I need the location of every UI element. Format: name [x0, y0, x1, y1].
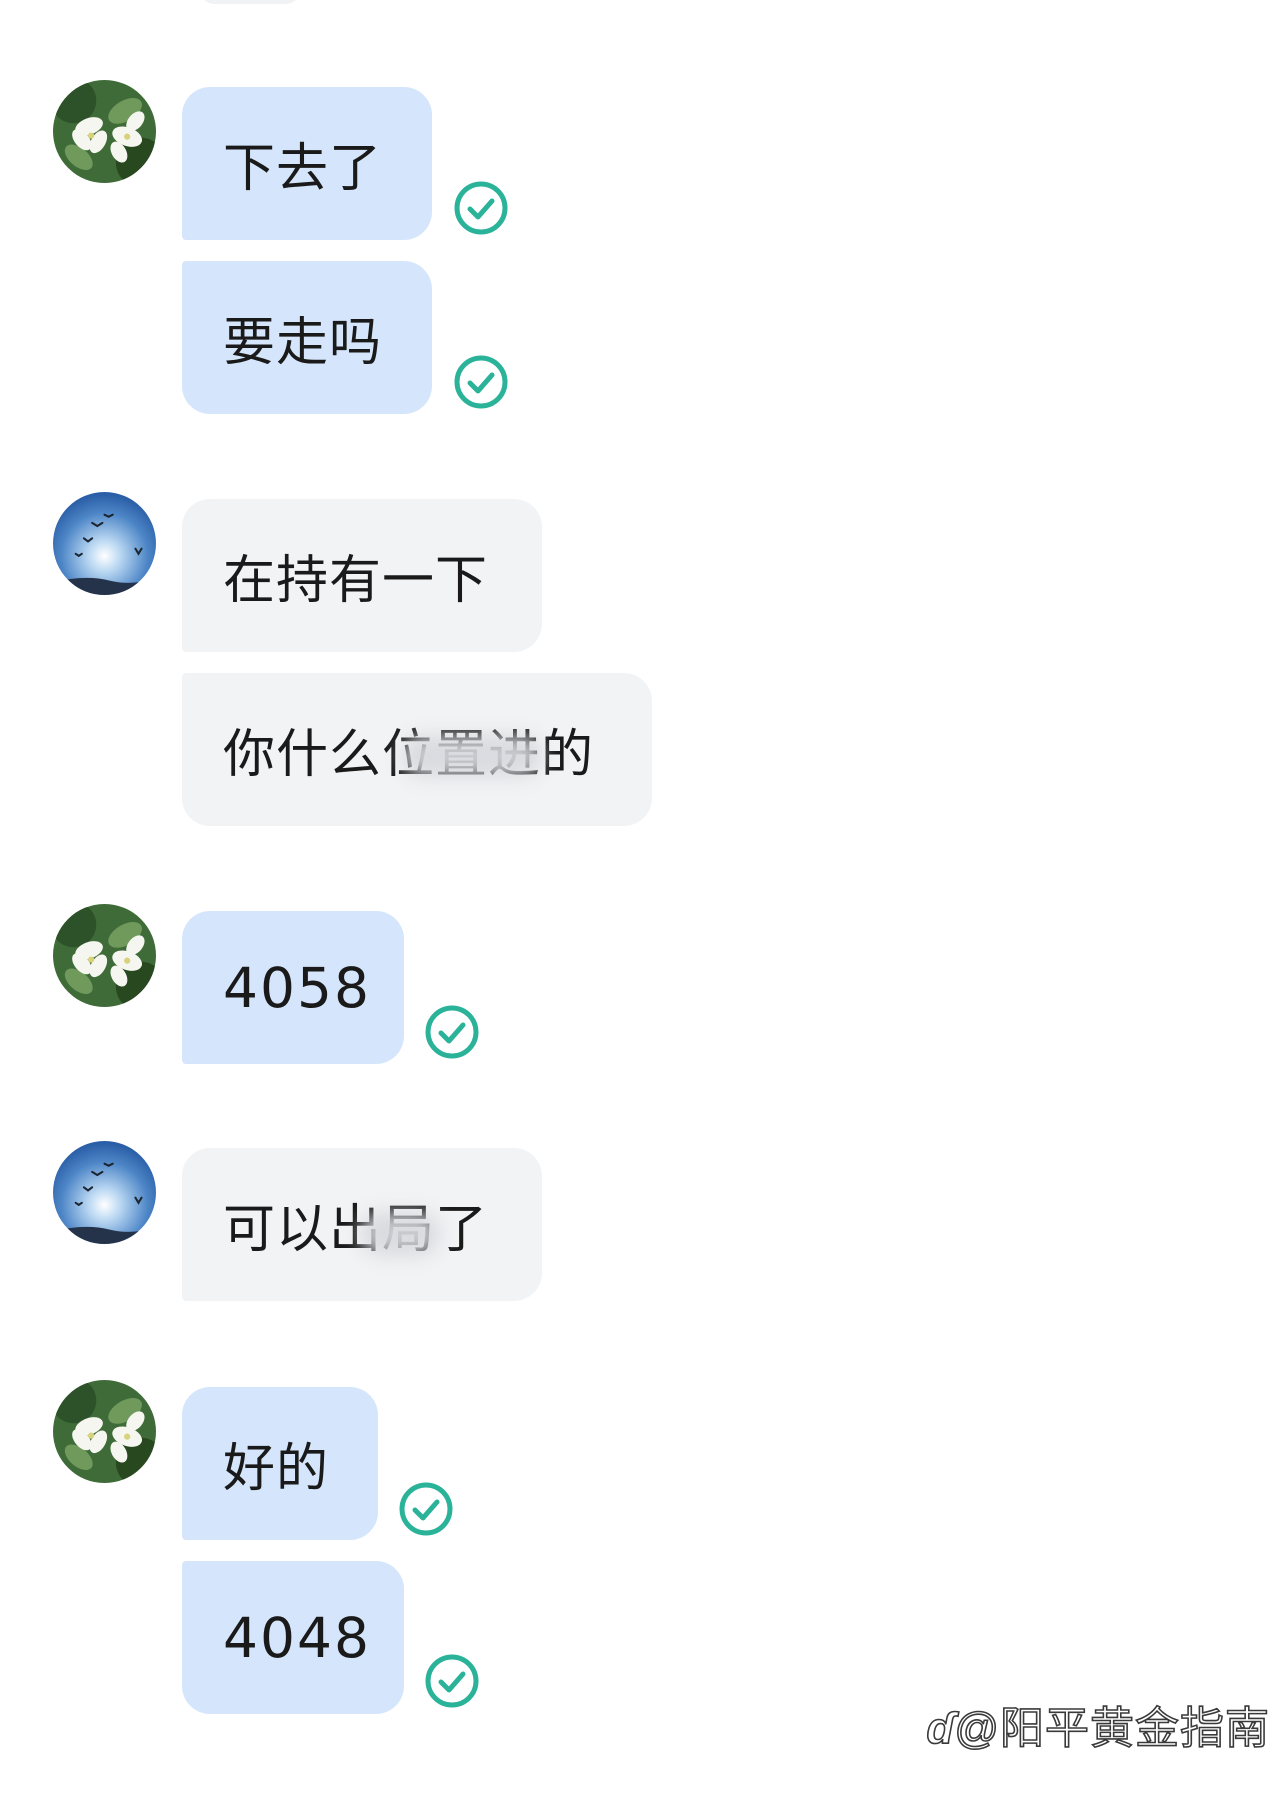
check-circle-icon — [453, 354, 509, 410]
previous-message-edge — [200, 0, 300, 4]
other-avatar[interactable] — [53, 1141, 156, 1244]
message-text: 在持有一下 — [223, 551, 489, 611]
message-text: 好的 — [223, 1439, 330, 1499]
check-circle-icon — [424, 1004, 480, 1060]
message-bubble[interactable]: 要走吗 — [182, 261, 432, 414]
message-text: 要走吗 — [223, 313, 383, 373]
sky-birds-avatar — [53, 1141, 156, 1244]
sky-birds-avatar — [53, 492, 156, 595]
self-avatar[interactable] — [53, 1380, 156, 1483]
check-circle-icon — [424, 1653, 480, 1709]
self-avatar[interactable] — [53, 80, 156, 183]
watermark-logo: ɗ — [926, 1703, 955, 1754]
message-bubble[interactable]: 下去了 — [182, 87, 432, 240]
redaction-blur — [402, 735, 542, 777]
self-avatar[interactable] — [53, 904, 156, 1007]
message-bubble[interactable]: 4058 — [182, 911, 404, 1064]
check-circle-icon — [398, 1481, 454, 1537]
message-bubble[interactable]: 好的 — [182, 1387, 378, 1540]
message-text: 下去了 — [223, 139, 383, 199]
message-bubble[interactable]: 在持有一下 — [182, 499, 542, 652]
message-text: 可以出局了 — [223, 1200, 489, 1260]
message-text: 4048 — [223, 1605, 371, 1670]
white-flowers-avatar — [53, 1380, 156, 1483]
white-flowers-avatar — [53, 80, 156, 183]
other-avatar[interactable] — [53, 492, 156, 595]
check-circle-icon — [453, 180, 509, 236]
watermark-text: @阳平黄金指南 — [954, 1703, 1270, 1754]
white-flowers-avatar — [53, 904, 156, 1007]
chat-screen: 下去了 要走吗 在持有一下 4058 可以出局了 好的 4048 ɗ@阳平黄金指… — [0, 0, 1280, 1794]
message-bubble[interactable]: 4048 — [182, 1561, 404, 1714]
message-text: 4058 — [223, 955, 371, 1020]
redaction-blur — [360, 1212, 440, 1256]
watermark: ɗ@阳平黄金指南 — [926, 1692, 1270, 1756]
